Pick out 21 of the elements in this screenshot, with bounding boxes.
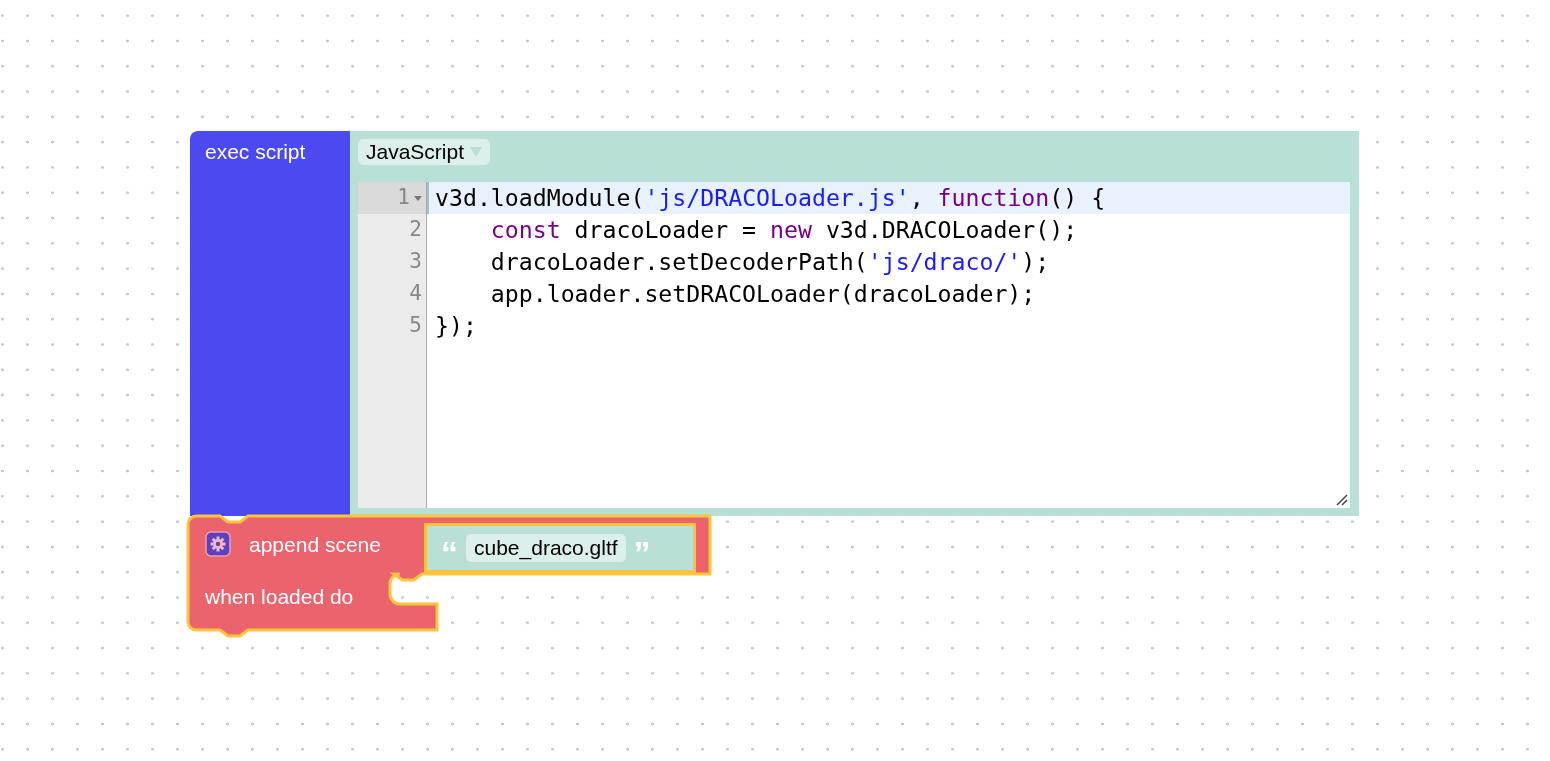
text-field[interactable]: cube_draco.gltf — [466, 534, 626, 562]
gear-icon[interactable] — [205, 531, 231, 557]
block-label: exec script — [205, 140, 306, 163]
caret-icon — [470, 146, 483, 158]
code-editor[interactable]: 1 2 3 4 5 v3d.loadModule('js/DRACOLoader.js', function() { const dracoLoader = new v3d.DRACOLoader(); dracoLoader.setDecoderPath('js/draco/'); app.loader.setDRACOLoader(dracoLoader); }); — [358, 182, 1350, 508]
code-line: }); — [434, 311, 478, 341]
close-quote: ” — [633, 538, 651, 568]
line-number: 3 — [409, 248, 422, 276]
line-number: 5 — [409, 312, 422, 340]
language-dropdown[interactable]: JavaScript — [358, 139, 491, 165]
block-label: when loaded do — [205, 584, 354, 610]
fold-caret-icon[interactable] — [414, 195, 422, 201]
open-quote: “ — [441, 538, 458, 568]
code-line: app.loader.setDRACOLoader(dracoLoader); — [489, 279, 1037, 309]
line-number: 1 — [397, 184, 410, 212]
resize-handle-icon[interactable] — [1336, 494, 1348, 506]
code-line: dracoLoader.setDecoderPath('js/draco/'); — [489, 247, 1051, 277]
code-line: const dracoLoader = new v3d.DRACOLoader(); — [489, 215, 1079, 245]
block-label: append scene — [249, 532, 381, 558]
line-number: 2 — [409, 216, 422, 244]
line-number: 4 — [409, 280, 422, 308]
